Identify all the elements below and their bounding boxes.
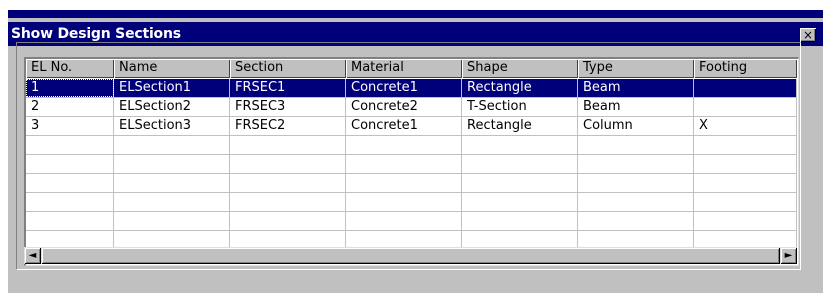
column-header-shape[interactable]: Shape bbox=[462, 59, 578, 78]
empty-cell bbox=[346, 193, 462, 211]
table-row[interactable]: 2 ELSection2 FRSEC3 Concrete2 T-Section … bbox=[26, 98, 797, 117]
empty-cell bbox=[578, 193, 694, 211]
empty-cell bbox=[26, 212, 114, 230]
arrow-left-icon: ◄ bbox=[28, 250, 37, 261]
empty-cell bbox=[462, 174, 578, 192]
empty-cell bbox=[114, 174, 230, 192]
cell-shape: T-Section bbox=[462, 98, 578, 116]
cell-shape: Rectangle bbox=[462, 79, 578, 97]
empty-cell bbox=[462, 212, 578, 230]
horizontal-scrollbar[interactable]: ◄ ► bbox=[24, 247, 797, 264]
cell-name: ELSection3 bbox=[114, 117, 230, 135]
empty-cell bbox=[114, 155, 230, 173]
empty-cell bbox=[462, 193, 578, 211]
empty-cell bbox=[694, 212, 797, 230]
cell-shape: Rectangle bbox=[462, 117, 578, 135]
scroll-right-button[interactable]: ► bbox=[780, 247, 797, 264]
empty-row bbox=[26, 174, 797, 193]
empty-cell bbox=[694, 193, 797, 211]
empty-cell bbox=[694, 174, 797, 192]
top-strip bbox=[0, 0, 823, 10]
column-header-footing[interactable]: Footing bbox=[694, 59, 797, 78]
cell-footing: X bbox=[694, 117, 797, 135]
cell-el-no: 3 bbox=[26, 117, 114, 135]
table-header: EL No. Name Section Material Shape Type … bbox=[26, 59, 797, 78]
cell-el-no: 2 bbox=[26, 98, 114, 116]
cell-material: Concrete1 bbox=[346, 117, 462, 135]
empty-cell bbox=[462, 136, 578, 154]
cell-name: ELSection1 bbox=[114, 79, 230, 97]
empty-cell bbox=[26, 174, 114, 192]
empty-cell bbox=[694, 155, 797, 173]
close-button[interactable]: × bbox=[800, 28, 816, 42]
empty-cell bbox=[230, 136, 346, 154]
cell-footing bbox=[694, 79, 797, 97]
empty-cell bbox=[230, 174, 346, 192]
cell-material: Concrete2 bbox=[346, 98, 462, 116]
cell-material: Concrete1 bbox=[346, 79, 462, 97]
column-header-type[interactable]: Type bbox=[578, 59, 694, 78]
empty-cell bbox=[114, 212, 230, 230]
empty-row bbox=[26, 136, 797, 155]
empty-cell bbox=[578, 136, 694, 154]
empty-cell bbox=[114, 193, 230, 211]
cell-section: FRSEC3 bbox=[230, 98, 346, 116]
empty-cell bbox=[578, 212, 694, 230]
table-body: 1 ELSection1 FRSEC1 Concrete1 Rectangle … bbox=[26, 79, 797, 250]
empty-cell bbox=[346, 136, 462, 154]
table-row[interactable]: 1 ELSection1 FRSEC1 Concrete1 Rectangle … bbox=[26, 79, 797, 98]
column-header-el-no[interactable]: EL No. bbox=[26, 59, 114, 78]
arrow-right-icon: ► bbox=[784, 250, 793, 261]
empty-cell bbox=[346, 212, 462, 230]
cell-name: ELSection2 bbox=[114, 98, 230, 116]
empty-cell bbox=[230, 212, 346, 230]
empty-cell bbox=[26, 136, 114, 154]
empty-cell bbox=[346, 155, 462, 173]
empty-row bbox=[26, 212, 797, 231]
cell-section: FRSEC2 bbox=[230, 117, 346, 135]
empty-cell bbox=[26, 155, 114, 173]
empty-row bbox=[26, 155, 797, 174]
empty-cell bbox=[694, 136, 797, 154]
scroll-left-button[interactable]: ◄ bbox=[24, 247, 41, 264]
empty-cell bbox=[346, 174, 462, 192]
parent-window-title-bar bbox=[8, 10, 823, 18]
column-header-section[interactable]: Section bbox=[230, 59, 346, 78]
empty-cell bbox=[230, 155, 346, 173]
empty-cell bbox=[114, 136, 230, 154]
cell-type: Beam bbox=[578, 79, 694, 97]
cell-el-no: 1 bbox=[26, 79, 114, 97]
cell-section: FRSEC1 bbox=[230, 79, 346, 97]
empty-cell bbox=[230, 193, 346, 211]
empty-cell bbox=[26, 193, 114, 211]
scrollbar-thumb[interactable] bbox=[41, 247, 780, 264]
cell-type: Column bbox=[578, 117, 694, 135]
sections-list[interactable]: EL No. Name Section Material Shape Type … bbox=[24, 57, 799, 266]
cell-type: Beam bbox=[578, 98, 694, 116]
window-title: Show Design Sections bbox=[11, 26, 181, 42]
empty-cell bbox=[578, 155, 694, 173]
table-row[interactable]: 3 ELSection3 FRSEC2 Concrete1 Rectangle … bbox=[26, 117, 797, 136]
empty-cell bbox=[578, 174, 694, 192]
column-header-name[interactable]: Name bbox=[114, 59, 230, 78]
cell-footing bbox=[694, 98, 797, 116]
column-header-material[interactable]: Material bbox=[346, 59, 462, 78]
empty-row bbox=[26, 193, 797, 212]
close-icon: × bbox=[802, 28, 814, 42]
empty-cell bbox=[462, 155, 578, 173]
